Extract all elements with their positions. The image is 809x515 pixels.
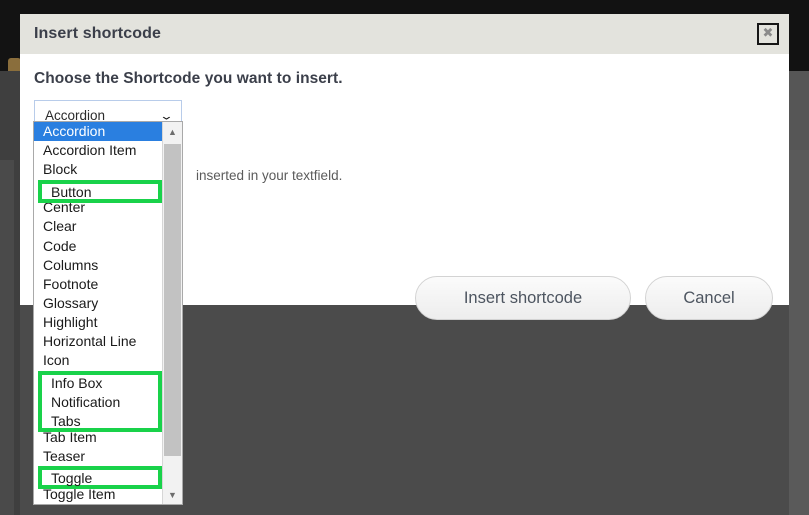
dropdown-option[interactable]: Block	[34, 160, 162, 179]
dropdown-option[interactable]: Columns	[34, 256, 162, 275]
dropdown-option[interactable]: Clear	[34, 217, 162, 236]
dropdown-option[interactable]: Center	[34, 198, 162, 217]
dropdown-option[interactable]: Horizontal Line	[34, 332, 162, 351]
scroll-up-arrow-icon[interactable]: ▲	[163, 122, 182, 141]
cancel-button[interactable]: Cancel	[645, 276, 773, 320]
dropdown-option[interactable]: Teaser	[34, 447, 162, 466]
dropdown-option[interactable]: Code	[34, 237, 162, 256]
dropdown-option[interactable]: Highlight	[34, 313, 162, 332]
dialog-heading: Choose the Shortcode you want to insert.	[34, 70, 343, 87]
chevron-down-icon: ⌄	[159, 109, 174, 122]
close-icon[interactable]: ✖	[757, 23, 779, 45]
dropdown-option[interactable]: Info Box	[34, 370, 162, 389]
dropdown-option[interactable]: Notification	[34, 389, 162, 408]
shortcode-dropdown-list[interactable]: Accordion Accordion Item Block Button Center…	[33, 121, 183, 505]
dropdown-option[interactable]: Tab Item	[34, 428, 162, 447]
scroll-down-arrow-icon[interactable]: ▼	[163, 485, 182, 504]
dialog-actions: Insert shortcode Cancel	[415, 276, 773, 320]
scrollbar-thumb[interactable]	[164, 144, 181, 456]
hint-text: inserted in your textfield.	[196, 168, 343, 183]
dropdown-option[interactable]: Accordion	[34, 122, 162, 142]
insert-shortcode-button[interactable]: Insert shortcode	[415, 276, 631, 320]
dropdown-option[interactable]: Glossary	[34, 294, 162, 313]
dropdown-scrollbar[interactable]: ▲ ▼	[162, 122, 182, 504]
dialog-title: Insert shortcode	[34, 25, 161, 42]
dropdown-option[interactable]: Tabs	[34, 408, 162, 427]
dropdown-options: Accordion Accordion Item Block Button Center…	[34, 122, 162, 504]
dropdown-option[interactable]: Toggle	[34, 466, 162, 485]
dropdown-option[interactable]: Accordion Item	[34, 141, 162, 160]
backdrop-gray-left-inner	[0, 160, 14, 515]
dropdown-option[interactable]: Toggle Item	[34, 485, 162, 504]
dropdown-option[interactable]: Button	[34, 179, 162, 198]
dropdown-option[interactable]: Icon	[34, 351, 162, 370]
dialog-header: Insert shortcode ✖	[20, 14, 789, 54]
backdrop-gray-right-lower	[789, 150, 809, 515]
dropdown-option[interactable]: Footnote	[34, 275, 162, 294]
